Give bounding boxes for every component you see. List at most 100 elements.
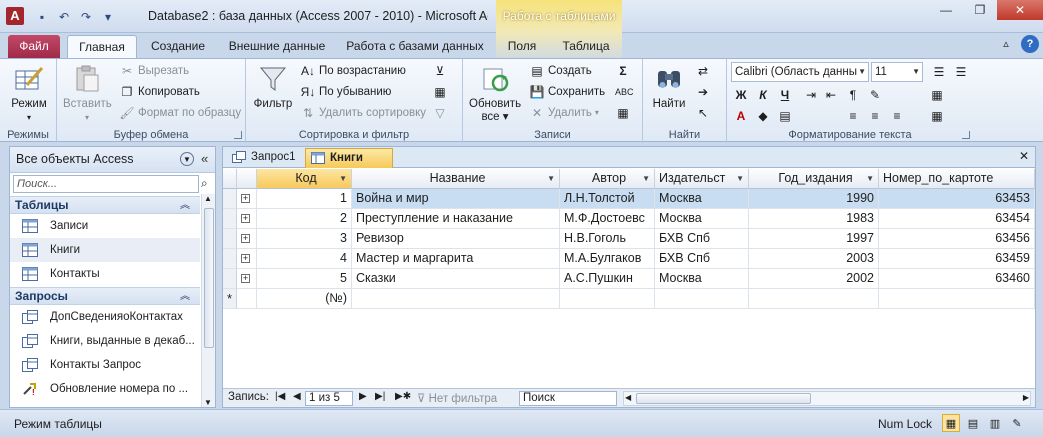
nav-item-query-4[interactable]: ! Обновление номера по ... xyxy=(10,377,200,401)
nav-scrollbar[interactable]: ▲ ▼ xyxy=(201,194,215,407)
alt-row-color-button[interactable]: ▤ xyxy=(777,106,793,126)
cell-kod[interactable]: 1 xyxy=(257,189,352,209)
cell-izdatelstvo[interactable]: БХВ Спб xyxy=(655,249,749,269)
save-record-button[interactable]: 💾 Сохранить xyxy=(529,82,606,102)
expand-icon[interactable]: + xyxy=(241,254,250,263)
table-row[interactable]: + 2 Преступление и наказание М.Ф.Достоев… xyxy=(223,209,1035,229)
save-icon[interactable]: ▪ xyxy=(34,9,50,25)
first-record-icon[interactable]: |◀ xyxy=(275,391,285,402)
bold-button[interactable]: Ж xyxy=(733,85,749,105)
minimize-ribbon-icon[interactable]: ▵ xyxy=(997,35,1015,53)
advanced-filter-button[interactable]: ▦ xyxy=(432,82,448,102)
record-selector[interactable] xyxy=(223,249,237,269)
paste-button[interactable]: Вставить ▾ xyxy=(63,63,112,124)
sort-descending-button[interactable]: Я↓ По убыванию xyxy=(300,82,392,102)
restore-button[interactable]: ❐ xyxy=(963,0,997,20)
sort-ascending-button[interactable]: A↓ По возрастанию xyxy=(300,61,406,81)
cell-avtor-new[interactable] xyxy=(560,289,655,309)
selection-filter-button[interactable]: ⊻ xyxy=(432,61,448,81)
select-button[interactable]: ↖ xyxy=(695,103,711,123)
tab-file[interactable]: Файл xyxy=(8,35,60,58)
filter-button[interactable]: Фильтр xyxy=(250,63,296,111)
cell-god[interactable]: 1990 xyxy=(749,189,879,209)
nav-item-query-1[interactable]: ДопСведенияоКонтактах xyxy=(10,305,200,329)
cell-nomer[interactable]: 63454 xyxy=(879,209,1035,229)
cell-kod[interactable]: 4 xyxy=(257,249,352,269)
cell-nazvanie[interactable]: Преступление и наказание xyxy=(352,209,560,229)
nav-item-table-kontakty[interactable]: Контакты xyxy=(10,262,200,286)
font-color-button[interactable]: A xyxy=(733,106,749,126)
nav-section-queries[interactable]: Запросы ︽ xyxy=(10,287,200,305)
scroll-down-icon[interactable]: ▼ xyxy=(204,398,212,407)
record-search-input[interactable]: Поиск xyxy=(519,391,617,406)
cell-nomer[interactable]: 63459 xyxy=(879,249,1035,269)
horizontal-scroll-thumb[interactable] xyxy=(636,393,811,404)
cell-nomer[interactable]: 63453 xyxy=(879,189,1035,209)
nav-section-tables[interactable]: Таблицы ︽ xyxy=(10,196,200,214)
column-header-izdatelstvo[interactable]: Издательст ▼ xyxy=(655,169,749,189)
replace-button[interactable]: ⇄ xyxy=(695,61,711,81)
cell-avtor[interactable]: Л.Н.Толстой xyxy=(560,189,655,209)
delete-record-button[interactable]: ✕ Удалить ▾ xyxy=(529,103,599,123)
format-painter-button[interactable]: 🖌 Формат по образцу xyxy=(119,103,241,123)
font-family-select[interactable]: Calibri (Область данны ▼ xyxy=(731,62,869,82)
cell-avtor[interactable]: М.Ф.Достоевс xyxy=(560,209,655,229)
nav-item-query-3[interactable]: Контакты Запрос xyxy=(10,353,200,377)
align-center-button[interactable]: ≡ xyxy=(867,106,883,126)
select-all-cell[interactable] xyxy=(223,169,237,189)
refresh-all-button[interactable]: Обновить все ▾ xyxy=(469,63,521,124)
totals-button[interactable]: Σ xyxy=(615,61,631,81)
toggle-filter-button[interactable]: ▽ xyxy=(432,103,448,123)
underline-button[interactable]: Ч xyxy=(777,85,793,105)
find-button[interactable]: Найти xyxy=(647,63,691,111)
doc-tab-query1[interactable]: Запрос1 xyxy=(227,148,305,168)
cell-nazvanie[interactable]: Сказки xyxy=(352,269,560,289)
column-header-nomer[interactable]: Номер_по_картоте xyxy=(879,169,1035,189)
tab-create[interactable]: Создание xyxy=(143,35,213,58)
nav-item-table-knigi[interactable]: Книги xyxy=(10,238,200,262)
indent-button[interactable]: ⇥ xyxy=(803,85,819,105)
cell-nomer-new[interactable] xyxy=(879,289,1035,309)
undo-icon[interactable]: ↶ xyxy=(56,9,72,25)
cell-nazvanie[interactable]: Ревизор xyxy=(352,229,560,249)
scroll-right-icon[interactable]: ▶ xyxy=(1023,393,1029,402)
chevron-down-icon[interactable]: ▼ xyxy=(736,169,744,188)
cell-izdatelstvo-new[interactable] xyxy=(655,289,749,309)
cell-kod-new[interactable]: (№) xyxy=(257,289,352,309)
spelling-button[interactable]: ABC xyxy=(615,82,634,102)
record-selector[interactable] xyxy=(223,209,237,229)
scroll-left-icon[interactable]: ◀ xyxy=(625,393,631,402)
column-header-nazvanie[interactable]: Название ▼ xyxy=(352,169,560,189)
cell-avtor[interactable]: М.А.Булгаков xyxy=(560,249,655,269)
expand-icon[interactable]: + xyxy=(241,194,250,203)
new-record-row[interactable]: * (№) xyxy=(223,289,1035,309)
tab-table[interactable]: Таблица xyxy=(556,35,616,58)
nav-search-input[interactable]: Поиск... xyxy=(13,175,199,193)
nav-item-table-zapisi[interactable]: Записи xyxy=(10,214,200,238)
alt-fill-button[interactable]: ▦ xyxy=(929,106,945,126)
pivot-chart-view-icon[interactable]: ▥ xyxy=(986,414,1004,432)
highlight-button[interactable]: ✎ xyxy=(867,85,883,105)
cell-nazvanie-new[interactable] xyxy=(352,289,560,309)
scroll-up-icon[interactable]: ▲ xyxy=(204,194,212,203)
design-view-icon[interactable]: ✎ xyxy=(1008,414,1026,432)
cell-nazvanie[interactable]: Мастер и маргарита xyxy=(352,249,560,269)
cell-nomer[interactable]: 63456 xyxy=(879,229,1035,249)
search-icon[interactable]: ⌕ xyxy=(201,176,208,191)
filter-status[interactable]: ⊽ Нет фильтра xyxy=(417,391,497,405)
next-record-icon[interactable]: ▶ xyxy=(359,391,367,402)
expand-icon[interactable]: + xyxy=(241,274,250,283)
column-header-kod[interactable]: Код ▼ xyxy=(257,169,352,189)
view-mode-button[interactable]: Режим ▾ xyxy=(6,63,52,124)
text-format-dialog-launcher-icon[interactable] xyxy=(962,131,970,139)
table-row[interactable]: + 3 Ревизор Н.В.Гоголь БХВ Спб 1997 6345… xyxy=(223,229,1035,249)
nav-pane-menu-icon[interactable]: ▼ xyxy=(180,152,194,166)
access-app-icon[interactable]: A xyxy=(6,7,24,25)
table-row[interactable]: + 5 Сказки А.С.Пушкин Москва 2002 63460 xyxy=(223,269,1035,289)
gridlines-button[interactable]: ▦ xyxy=(929,85,945,105)
italic-button[interactable]: К xyxy=(755,85,771,105)
shutter-bar-icon[interactable]: « xyxy=(201,151,208,166)
datasheet-view-icon[interactable]: ▦ xyxy=(942,414,960,432)
clipboard-dialog-launcher-icon[interactable] xyxy=(234,131,242,139)
cell-god[interactable]: 1983 xyxy=(749,209,879,229)
